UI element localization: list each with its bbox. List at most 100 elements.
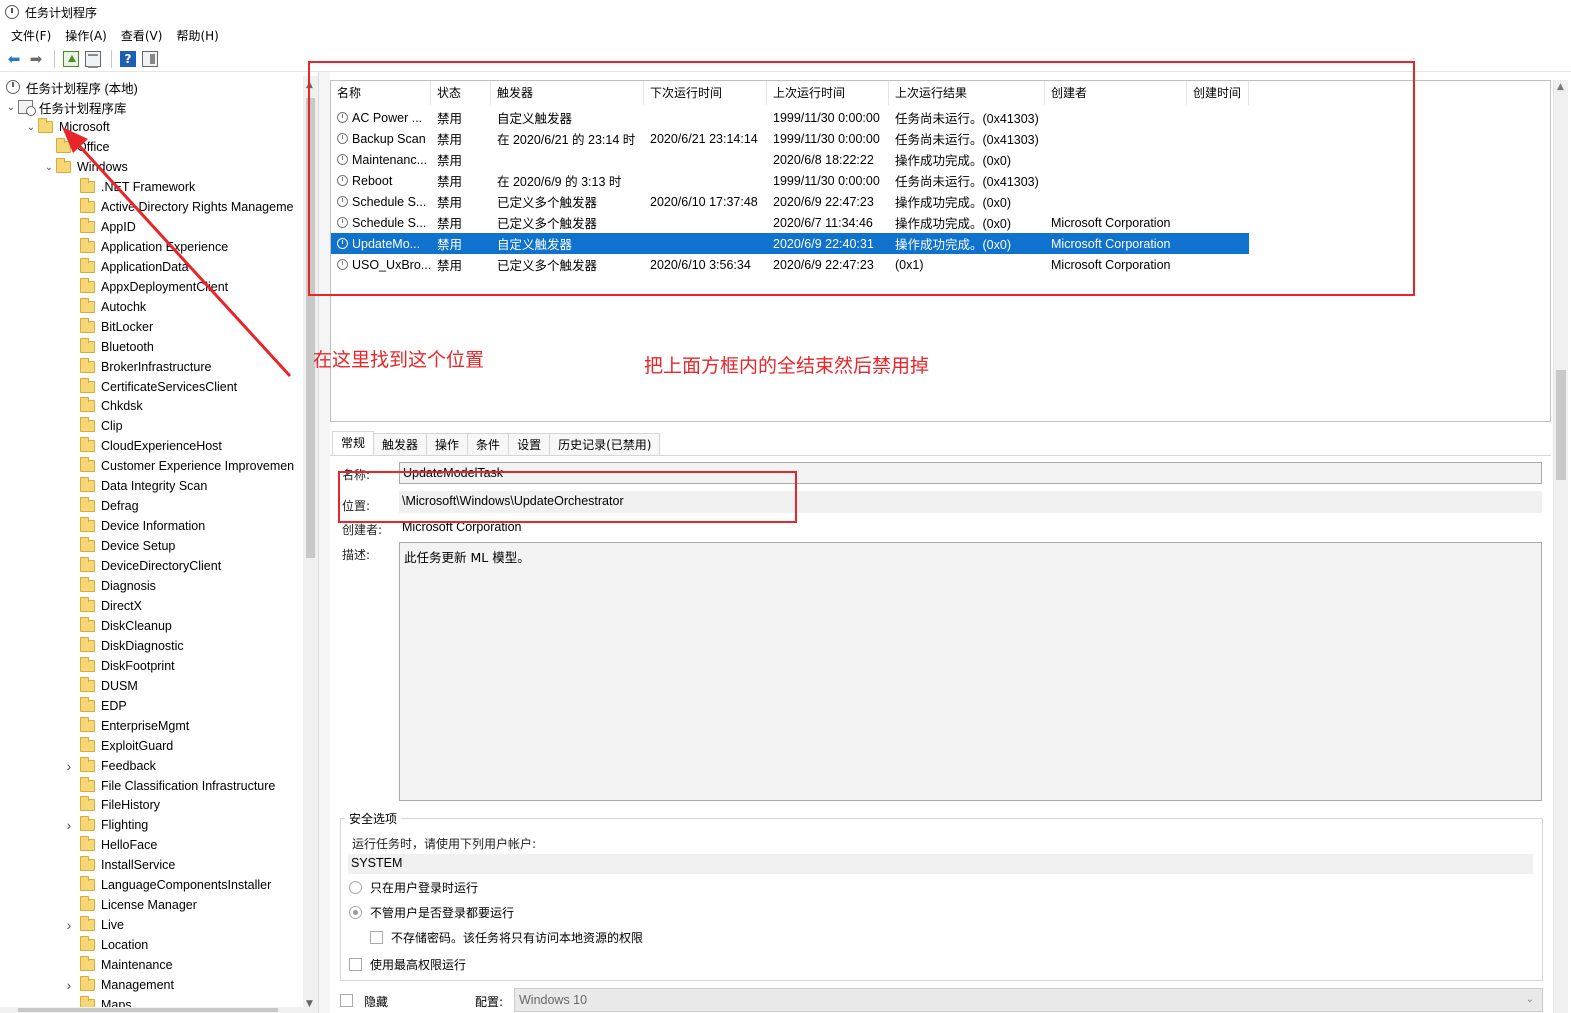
tab-conditions[interactable]: 条件 [467,433,510,455]
tree-item-folder[interactable]: DUSM [62,676,138,696]
window-title: 任务计划程序 [25,5,98,20]
folder-icon [80,856,95,872]
tree-horizontal-scrollbar[interactable] [0,1007,303,1013]
tree-item-label: Defrag [101,499,139,514]
tree-item-folder[interactable]: Location [62,935,148,955]
checkbox-hidden[interactable] [340,994,353,1007]
checkbox-highest-privileges[interactable] [349,958,362,971]
radio-run-whether-logged-on[interactable] [349,906,362,919]
tree-item-library[interactable]: ⌄ 任务计划程序库 [4,97,127,117]
chevron-down-icon[interactable]: ⌄ [4,102,18,113]
tab-triggers[interactable]: 触发器 [373,433,428,455]
action-pane-button[interactable] [140,49,160,69]
tree-item-label: EnterpriseMgmt [101,718,190,733]
tree-item-folder[interactable]: ApplicationData [62,257,189,277]
tab-settings[interactable]: 设置 [508,433,551,455]
tree-item-label: DeviceDirectoryClient [101,559,222,574]
folder-icon [80,976,95,991]
tree-item-windows[interactable]: ⌄ Windows [42,157,128,177]
chevron-right-icon[interactable]: › [62,758,76,774]
tree-item-folder[interactable]: ExploitGuard [62,736,173,756]
scroll-down-icon[interactable]: ▼ [306,999,313,1009]
folder-icon [80,636,95,652]
tree-item-folder[interactable]: Chkdsk [62,396,143,416]
tree-item-root[interactable]: 任务计划程序 (本地) [6,77,138,97]
tree-item-folder[interactable]: Clip [62,416,123,436]
tree-item-folder[interactable]: License Manager [62,895,197,915]
menu-action[interactable]: 操作(A) [58,27,114,44]
tree-item-folder[interactable]: DirectX [62,596,142,616]
tree-item-folder[interactable]: AppID [62,217,136,237]
tab-history[interactable]: 历史记录(已禁用) [549,433,661,455]
tree-item-folder[interactable]: Data Integrity Scan [62,476,207,496]
console-tree-button[interactable] [83,49,103,69]
chevron-right-icon[interactable]: › [62,817,76,833]
folder-icon [80,836,95,852]
scrollbar-thumb[interactable] [1556,370,1566,480]
tree-item-folder[interactable]: DiskCleanup [62,616,172,636]
tree-item-folder[interactable]: CertificateServicesClient [62,377,237,397]
up-folder-button[interactable] [61,49,81,69]
author-label: 创建者: [342,523,383,537]
tree-item-folder[interactable]: › Management [62,975,174,995]
chevron-down-icon[interactable]: ⌄ [24,122,38,133]
scrollbar-thumb[interactable] [18,1008,278,1012]
menu-file[interactable]: 文件(F) [4,27,58,44]
tree-item-folder[interactable]: › Feedback [62,756,156,776]
tree-item-label: 任务计划程序 (本地) [26,81,138,96]
tree-item-folder[interactable]: Device Information [62,516,205,536]
back-icon[interactable]: ⬅ [4,49,24,69]
tree-item-folder[interactable]: Customer Experience Improvemen [62,456,294,476]
help-button[interactable]: ? [118,49,138,69]
tree-item-folder[interactable]: Bluetooth [62,337,154,357]
tree-item-folder[interactable]: Active Directory Rights Manageme [62,197,293,217]
folder-icon [80,956,95,972]
tree-item-folder[interactable]: Autochk [62,297,146,317]
tree-item-folder[interactable]: InstallService [62,855,175,875]
tree-item-folder[interactable]: HelloFace [62,835,157,855]
tree-item-folder[interactable]: EDP [62,696,127,716]
tree-item-folder[interactable]: EnterpriseMgmt [62,716,189,736]
tree-item-folder[interactable]: File Classification Infrastructure [62,776,275,796]
tree-item-folder[interactable]: Application Experience [62,237,228,257]
checkbox-do-not-store-password[interactable] [370,931,383,944]
description-field[interactable]: 此任务更新 ML 模型。 [399,542,1542,801]
tree-item-folder[interactable]: DiskDiagnostic [62,636,184,656]
tree-item-folder[interactable]: BitLocker [62,317,153,337]
tree-item-microsoft[interactable]: ⌄ Microsoft [24,117,110,137]
chevron-down-icon[interactable]: ⌄ [1526,989,1534,1011]
tree-item-folder[interactable]: › Live [62,915,124,935]
chevron-right-icon[interactable]: › [62,917,76,933]
tree-item-folder[interactable]: Maintenance [62,955,173,975]
chevron-down-icon[interactable]: ⌄ [42,162,56,173]
chevron-right-icon[interactable]: › [62,977,76,993]
tree-item-office[interactable]: Office [56,137,109,157]
tree-item-folder[interactable]: › Flighting [62,815,148,835]
tree-item-folder[interactable]: Device Setup [62,536,175,556]
tree-item-folder[interactable]: Diagnosis [62,576,156,596]
menu-help[interactable]: 帮助(H) [169,27,225,44]
tree-item-folder[interactable]: FileHistory [62,795,160,815]
right-scrollbar[interactable]: ▲ [1553,80,1568,1013]
tree-item-folder[interactable]: .NET Framework [62,177,195,197]
tree-item-label: Clip [101,419,123,434]
radio-run-only-logged-on[interactable] [349,881,362,894]
tree-item-folder[interactable]: BrokerInfrastructure [62,357,211,377]
tab-general[interactable]: 常规 [332,431,375,455]
tree-item-folder[interactable]: Defrag [62,496,139,516]
forward-icon[interactable]: ➡ [26,49,46,69]
tree-item-label: .NET Framework [101,180,196,194]
config-value: Windows 10 [519,993,588,1007]
tree-item-folder[interactable]: CloudExperienceHost [62,436,222,456]
tree-item-folder[interactable]: DiskFootprint [62,656,175,676]
tree-item-folder[interactable]: LanguageComponentsInstaller [62,875,271,895]
tree-item-folder[interactable]: AppxDeploymentClient [62,277,228,297]
tree-item-label: BrokerInfrastructure [101,359,212,374]
tree-item-folder[interactable]: DeviceDirectoryClient [62,556,221,576]
tab-actions[interactable]: 操作 [426,433,469,455]
config-dropdown[interactable]: Windows 10 ⌄ [514,988,1543,1012]
menu-view[interactable]: 查看(V) [114,27,170,44]
scroll-up-icon[interactable]: ▲ [1557,82,1564,92]
folder-icon [80,317,95,333]
folder-icon [80,736,95,752]
